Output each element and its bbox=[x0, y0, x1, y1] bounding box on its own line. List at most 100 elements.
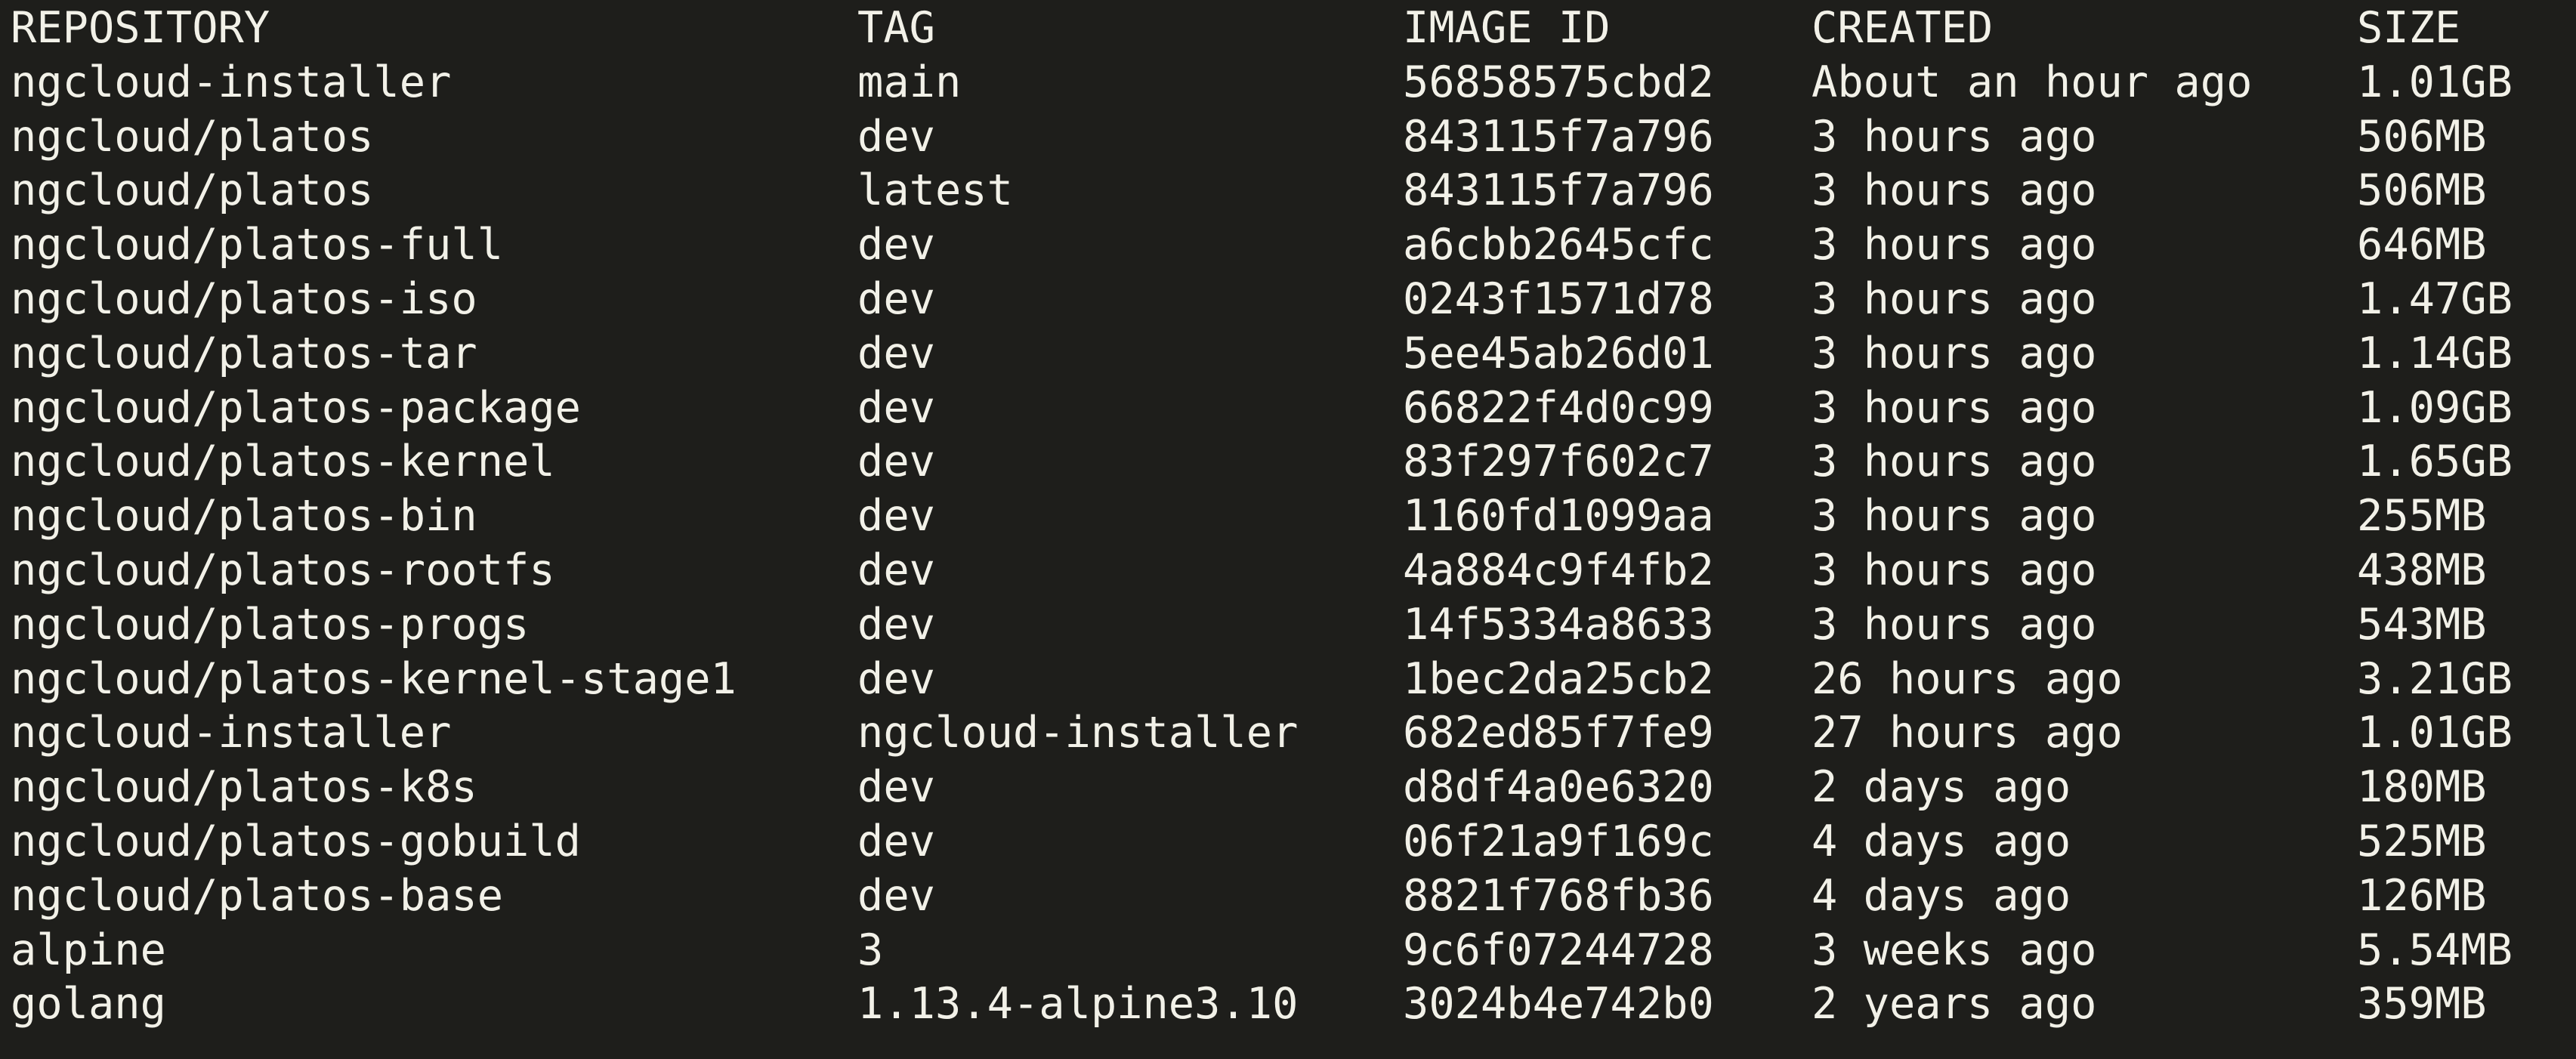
cell-created: 2 years ago bbox=[1812, 979, 2097, 1030]
terminal-output[interactable]: REPOSITORY TAG IMAGE ID CREATED SIZE ngc… bbox=[0, 0, 2576, 1032]
cell-size: 506MB bbox=[2357, 111, 2487, 162]
table-row: ngcloud/platos-rootfs dev 4a884c9f4fb2 3 ho… bbox=[0, 544, 2576, 598]
cell-created: 3 hours ago bbox=[1812, 165, 2097, 216]
cell-image-id: 682ed85f7fe9 bbox=[1403, 708, 1714, 758]
cell-created: 3 hours ago bbox=[1812, 545, 2097, 595]
cell-created: About an hour ago bbox=[1812, 57, 2253, 107]
cell-tag: 1.13.4-alpine3.10 bbox=[857, 979, 1299, 1030]
cell-repository: ngcloud/platos-k8s bbox=[11, 762, 477, 813]
cell-created: 2 days ago bbox=[1812, 762, 2071, 813]
cell-repository: ngcloud/platos-iso bbox=[11, 273, 477, 324]
table-row: ngcloud/platos-kernel-stage1 dev 1bec2da25… bbox=[0, 653, 2576, 707]
cell-image-id: 83f297f602c7 bbox=[1403, 437, 1714, 487]
cell-tag: dev bbox=[857, 220, 935, 270]
cell-repository: ngcloud/platos-rootfs bbox=[11, 545, 555, 595]
cell-repository: ngcloud/platos-kernel bbox=[11, 437, 555, 487]
cell-created: 4 days ago bbox=[1812, 816, 2071, 866]
header-tag: TAG bbox=[857, 3, 935, 53]
cell-created: 3 hours ago bbox=[1812, 111, 2097, 162]
cell-size: 1.09GB bbox=[2357, 382, 2513, 433]
cell-repository: ngcloud-installer bbox=[11, 57, 452, 107]
cell-image-id: d8df4a0e6320 bbox=[1403, 762, 1714, 813]
cell-tag: dev bbox=[857, 111, 935, 162]
table-row: ngcloud/platos-full dev a6cbb2645cfc 3 hour… bbox=[0, 218, 2576, 273]
table-row: alpine 3 9c6f07244728 3 weeks ago 5.54MB bbox=[0, 924, 2576, 978]
cell-repository: ngcloud-installer bbox=[11, 708, 452, 758]
cell-repository: ngcloud/platos-progs bbox=[11, 599, 530, 650]
cell-repository: alpine bbox=[11, 925, 166, 975]
table-row: ngcloud-installer ngcloud-installer 682ed8… bbox=[0, 706, 2576, 761]
cell-created: 3 weeks ago bbox=[1812, 925, 2097, 975]
cell-created: 3 hours ago bbox=[1812, 491, 2097, 542]
cell-created: 3 hours ago bbox=[1812, 273, 2097, 324]
cell-size: 1.14GB bbox=[2357, 328, 2513, 378]
cell-image-id: 66822f4d0c99 bbox=[1403, 382, 1714, 433]
cell-tag: dev bbox=[857, 382, 935, 433]
cell-repository: ngcloud/platos-bin bbox=[11, 491, 477, 542]
cell-created: 3 hours ago bbox=[1812, 328, 2097, 378]
cell-size: 646MB bbox=[2357, 220, 2487, 270]
cell-size: 359MB bbox=[2357, 979, 2487, 1030]
cell-image-id: 14f5334a8633 bbox=[1403, 599, 1714, 650]
cell-repository: ngcloud/platos bbox=[11, 111, 374, 162]
table-row: ngcloud-installer main 56858575cbd2 About a… bbox=[0, 56, 2576, 110]
cell-size: 543MB bbox=[2357, 599, 2487, 650]
cell-created: 3 hours ago bbox=[1812, 599, 2097, 650]
cell-image-id: 0243f1571d78 bbox=[1403, 273, 1714, 324]
cell-repository: golang bbox=[11, 979, 166, 1030]
cell-tag: 3 bbox=[857, 925, 884, 975]
cell-tag: dev bbox=[857, 816, 935, 866]
cell-repository: ngcloud/platos-full bbox=[11, 220, 504, 270]
cell-size: 438MB bbox=[2357, 545, 2487, 595]
table-row: golang 1.13.4-alpine3.10 3024b4e742b0 2 yea… bbox=[0, 977, 2576, 1032]
cell-size: 1.47GB bbox=[2357, 273, 2513, 324]
cell-repository: ngcloud/platos-tar bbox=[11, 328, 477, 378]
cell-created: 26 hours ago bbox=[1812, 653, 2123, 704]
table-row: ngcloud/platos-bin dev 1160fd1099aa 3 hours… bbox=[0, 489, 2576, 544]
header-size: SIZE bbox=[2357, 3, 2461, 53]
cell-image-id: 8821f768fb36 bbox=[1403, 870, 1714, 921]
cell-created: 3 hours ago bbox=[1812, 382, 2097, 433]
cell-image-id: 3024b4e742b0 bbox=[1403, 979, 1714, 1030]
table-row: ngcloud/platos-k8s dev d8df4a0e6320 2 days … bbox=[0, 761, 2576, 815]
table-header: REPOSITORY TAG IMAGE ID CREATED SIZE bbox=[0, 2, 2576, 56]
cell-tag: dev bbox=[857, 762, 935, 813]
table-row: ngcloud/platos-tar dev 5ee45ab26d01 3 hours… bbox=[0, 327, 2576, 381]
cell-tag: main bbox=[857, 57, 962, 107]
cell-tag: dev bbox=[857, 599, 935, 650]
cell-tag: dev bbox=[857, 870, 935, 921]
cell-size: 3.21GB bbox=[2357, 653, 2513, 704]
cell-size: 1.65GB bbox=[2357, 437, 2513, 487]
cell-created: 27 hours ago bbox=[1812, 708, 2123, 758]
table-row: ngcloud/platos-progs dev 14f5334a8633 3 hou… bbox=[0, 598, 2576, 653]
cell-image-id: 5ee45ab26d01 bbox=[1403, 328, 1714, 378]
cell-tag: dev bbox=[857, 437, 935, 487]
table-row: ngcloud/platos latest 843115f7a796 3 hours … bbox=[0, 164, 2576, 218]
header-created: CREATED bbox=[1812, 3, 1994, 53]
cell-created: 3 hours ago bbox=[1812, 220, 2097, 270]
cell-tag: dev bbox=[857, 328, 935, 378]
cell-tag: latest bbox=[857, 165, 1013, 216]
cell-tag: dev bbox=[857, 273, 935, 324]
cell-size: 1.01GB bbox=[2357, 708, 2513, 758]
table-row: ngcloud/platos-iso dev 0243f1571d78 3 hours… bbox=[0, 273, 2576, 327]
cell-repository: ngcloud/platos-kernel-stage1 bbox=[11, 653, 737, 704]
header-image-id: IMAGE ID bbox=[1403, 3, 1611, 53]
table-row: ngcloud/platos-kernel dev 83f297f602c7 3 ho… bbox=[0, 435, 2576, 489]
table-row: ngcloud/platos dev 843115f7a796 3 hours ago… bbox=[0, 110, 2576, 165]
cell-size: 180MB bbox=[2357, 762, 2487, 813]
cell-repository: ngcloud/platos bbox=[11, 165, 374, 216]
table-row: ngcloud/platos-gobuild dev 06f21a9f169c 4 d… bbox=[0, 815, 2576, 869]
cell-image-id: 06f21a9f169c bbox=[1403, 816, 1714, 866]
cell-created: 3 hours ago bbox=[1812, 437, 2097, 487]
cell-image-id: 1bec2da25cb2 bbox=[1403, 653, 1714, 704]
cell-tag: dev bbox=[857, 653, 935, 704]
cell-image-id: 843115f7a796 bbox=[1403, 165, 1714, 216]
cell-repository: ngcloud/platos-gobuild bbox=[11, 816, 581, 866]
cell-image-id: 843115f7a796 bbox=[1403, 111, 1714, 162]
header-repository: REPOSITORY bbox=[11, 3, 270, 53]
cell-tag: dev bbox=[857, 491, 935, 542]
cell-image-id: 4a884c9f4fb2 bbox=[1403, 545, 1714, 595]
cell-size: 525MB bbox=[2357, 816, 2487, 866]
cell-size: 126MB bbox=[2357, 870, 2487, 921]
